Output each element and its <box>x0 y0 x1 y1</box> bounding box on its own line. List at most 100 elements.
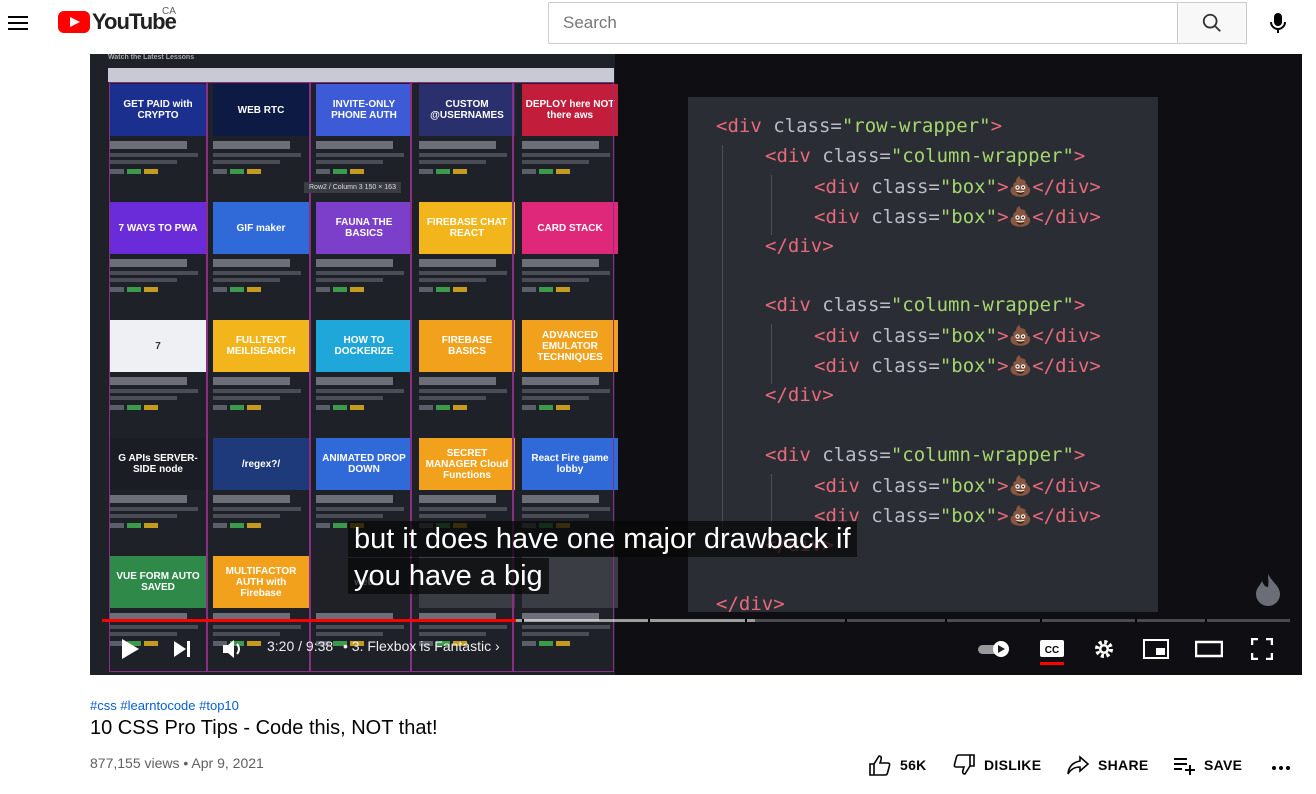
play-button[interactable] <box>118 637 142 661</box>
code-string: "box" <box>939 205 998 228</box>
code-line: <div class="box">💩</div> <box>814 205 1101 228</box>
code-string: "row-wrapper" <box>841 115 991 137</box>
overlay-panel-title: Watch the Latest Lessons <box>108 54 195 61</box>
code-string: "box" <box>939 355 998 378</box>
fullscreen-button[interactable] <box>1250 637 1274 661</box>
search-input[interactable] <box>549 3 1178 43</box>
code-tag: <div <box>716 115 762 137</box>
share-button[interactable]: SHARE <box>1066 754 1149 776</box>
code-tag: </div> <box>1032 325 1101 348</box>
more-horizontal-icon <box>1272 766 1290 770</box>
code-line: <div class="column-wrapper"> <box>765 145 1085 167</box>
code-line: <div class="box">💩</div> <box>814 504 1101 527</box>
settings-button[interactable] <box>1092 637 1116 661</box>
code-attribute: class <box>810 144 880 167</box>
gear-icon <box>1095 640 1113 658</box>
masthead: YouTube CA <box>0 0 1316 54</box>
code-punct: = <box>928 355 940 378</box>
played-bar <box>102 619 517 622</box>
code-tag: > <box>1073 294 1086 317</box>
volume-button[interactable] <box>220 637 246 661</box>
caption-line-1: but it does have one major drawback if <box>348 521 857 557</box>
code-line: <div class="box">💩</div> <box>814 175 1101 198</box>
code-tag: </div> <box>716 593 785 616</box>
hashtags[interactable]: #css #learntocode #top10 <box>90 698 239 713</box>
code-line: <div class="box">💩</div> <box>814 324 1101 347</box>
miniplayer-icon <box>1143 639 1169 659</box>
autoplay-icon <box>978 641 1009 657</box>
microphone-icon <box>1270 13 1286 33</box>
code-string: "box" <box>939 175 998 198</box>
code-line: <div class="column-wrapper"> <box>765 294 1085 316</box>
search-box <box>548 2 1178 44</box>
code-attribute: class <box>859 474 929 497</box>
code-line: </div> <box>765 384 834 406</box>
code-attribute: class <box>859 205 929 228</box>
caption-line-2: you have a big <box>348 558 549 594</box>
time-display: 3:20 / 9:38 <box>267 638 334 654</box>
code-line: <div class="column-wrapper"> <box>765 444 1085 466</box>
like-button[interactable]: 56K <box>868 754 927 776</box>
save-button[interactable]: SAVE <box>1172 754 1242 776</box>
code-punct: = <box>928 325 940 348</box>
code-tag: </div> <box>765 384 834 407</box>
code-tag: <div <box>814 355 860 378</box>
youtube-play-icon <box>58 11 90 33</box>
code-punct: = <box>830 115 842 137</box>
skip-next-icon <box>174 641 190 657</box>
chapter-title[interactable]: • 3. Flexbox is Fantastic › <box>343 638 500 654</box>
code-tag: > <box>990 115 1003 137</box>
code-string: "box" <box>939 325 998 348</box>
chapter-title-text: • 3. Flexbox is Fantastic <box>343 638 492 654</box>
code-tag: </div> <box>1032 205 1101 228</box>
autoplay-toggle[interactable] <box>976 638 1014 660</box>
more-actions-button[interactable] <box>1270 758 1292 778</box>
code-line: <div class="row-wrapper"> <box>716 115 1002 137</box>
code-tag: <div <box>814 325 860 348</box>
progress-bar[interactable] <box>102 619 1290 622</box>
code-tag: </div> <box>1032 175 1101 198</box>
code-tag: > <box>997 504 1009 527</box>
video-title: 10 CSS Pro Tips - Code this, NOT that! <box>90 717 438 739</box>
playlist-add-icon <box>1174 758 1195 775</box>
code-attribute: class <box>859 355 929 378</box>
view-count-date: 877,155 views • Apr 9, 2021 <box>90 755 264 771</box>
search-button[interactable] <box>1177 2 1247 44</box>
code-tag: </div> <box>1032 504 1101 527</box>
thumbs-up-icon <box>869 755 891 776</box>
youtube-logo[interactable]: YouTube <box>58 9 177 34</box>
code-punct: = <box>879 144 891 167</box>
code-string: "box" <box>939 504 998 527</box>
code-string: "column-wrapper" <box>890 443 1074 466</box>
grid-guide-bar <box>108 68 614 82</box>
code-tag: > <box>997 355 1009 378</box>
code-tag: <div <box>814 205 860 228</box>
dislike-button[interactable]: DISLIKE <box>952 754 1041 776</box>
code-tag: <div <box>814 474 860 497</box>
grid-line <box>206 82 208 672</box>
chapter-marker <box>745 619 747 622</box>
video-player[interactable]: Watch the Latest Lessons GET PAID with C… <box>90 54 1302 675</box>
code-line: <div class="box">💩</div> <box>814 354 1101 377</box>
fullscreen-icon <box>1251 638 1273 660</box>
menu-icon[interactable] <box>8 12 30 32</box>
share-label: SHARE <box>1098 757 1149 773</box>
chapter-marker <box>1205 619 1207 622</box>
code-tag: > <box>997 205 1009 228</box>
fireship-flame-icon <box>1256 574 1280 606</box>
miniplayer-button[interactable] <box>1142 638 1170 660</box>
theater-mode-button[interactable] <box>1194 638 1224 660</box>
code-line: </div> <box>765 235 834 257</box>
code-tag: <div <box>814 175 860 198</box>
code-tag: <div <box>765 294 811 317</box>
grid-line <box>309 82 311 672</box>
poop-emoji-icon: 💩 <box>1008 504 1033 527</box>
code-string: "column-wrapper" <box>890 294 1074 317</box>
captions-button[interactable]: CC <box>1036 636 1068 666</box>
voice-search-button[interactable] <box>1266 10 1290 36</box>
indent-guide <box>771 174 772 235</box>
code-tag: </div> <box>1032 355 1101 378</box>
next-button[interactable] <box>170 637 194 661</box>
save-label: SAVE <box>1204 757 1243 773</box>
code-attribute: class <box>859 175 929 198</box>
